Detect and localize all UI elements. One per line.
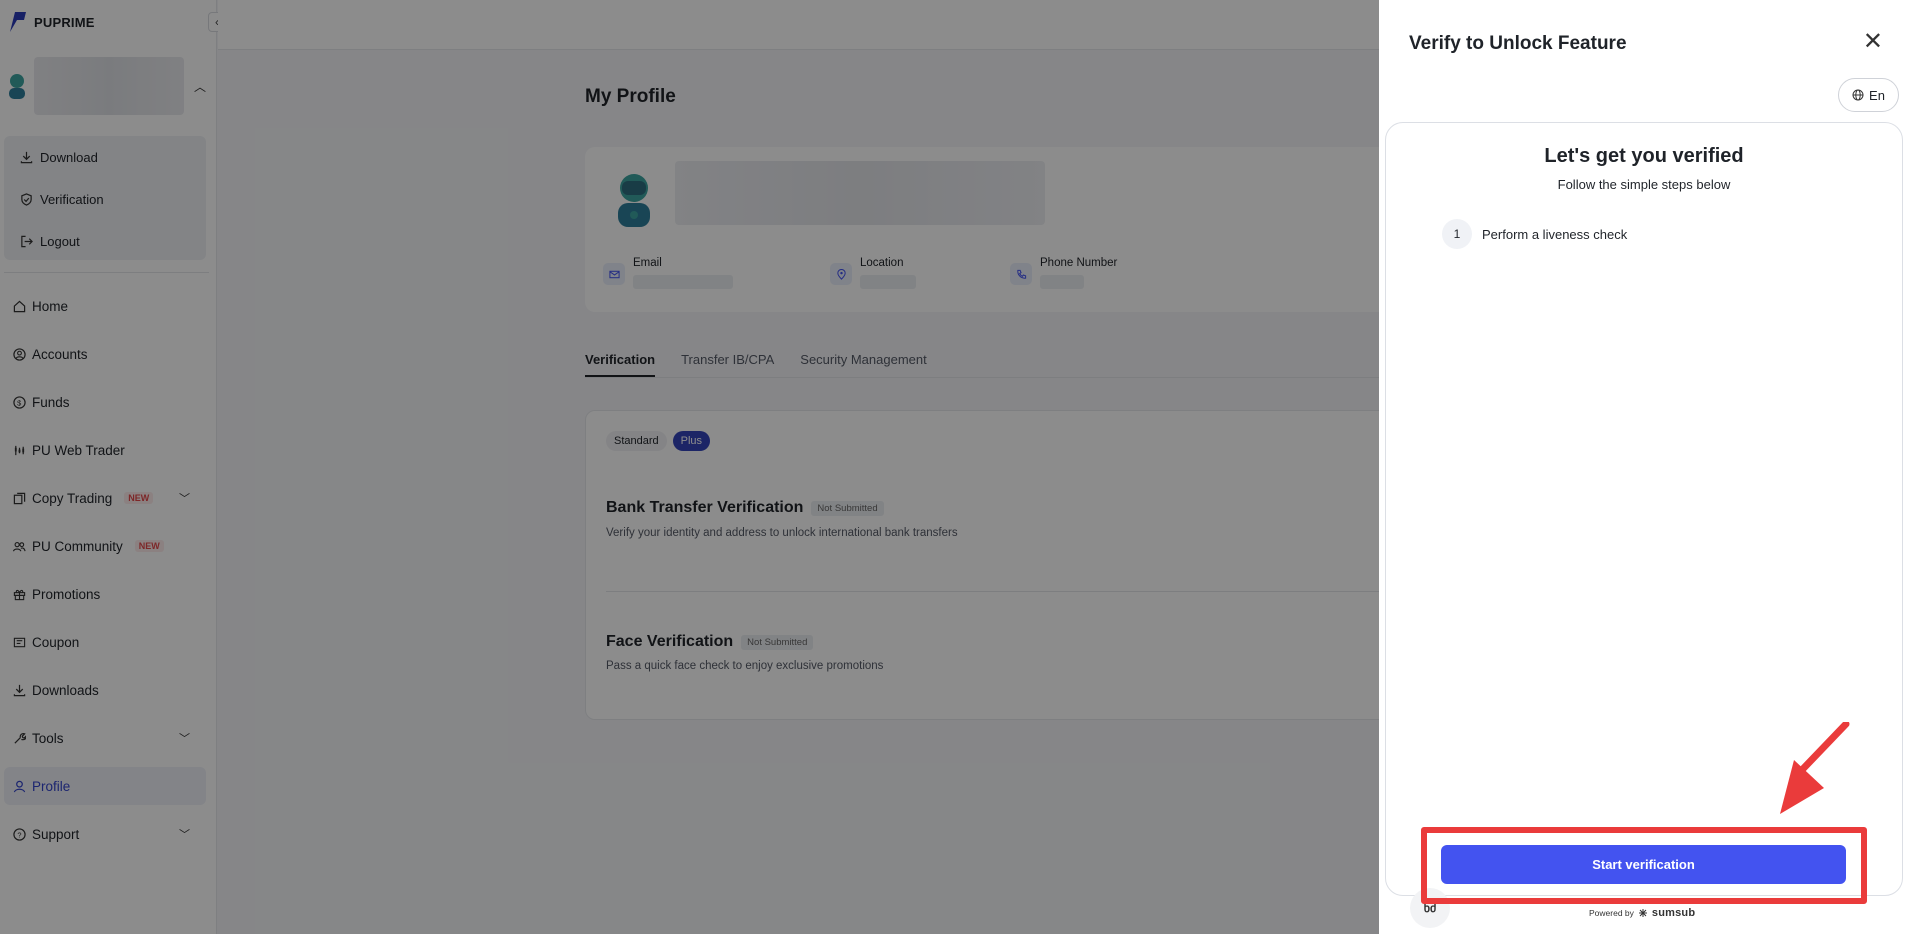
powered-by-label: Powered by	[1589, 908, 1634, 918]
step-label: Perform a liveness check	[1482, 226, 1628, 242]
close-icon[interactable]: ✕	[1863, 30, 1883, 54]
annotation-highlight-box	[1421, 827, 1867, 904]
step-item: 1 Perform a liveness check	[1442, 219, 1627, 249]
powered-by-brand: sumsub	[1651, 907, 1696, 919]
powered-by-sumsub: Powered by sumsub	[1589, 907, 1695, 919]
sumsub-logo-icon	[1638, 909, 1647, 917]
drawer-title: Verify to Unlock Feature	[1409, 33, 1627, 54]
frame-heading: Let's get you verified	[1544, 145, 1744, 167]
step-number: 1	[1442, 219, 1472, 249]
frame-subheading: Follow the simple steps below	[1557, 177, 1731, 192]
modal-overlay[interactable]	[0, 0, 1379, 934]
language-button[interactable]: En	[1838, 78, 1899, 112]
globe-icon	[1852, 89, 1864, 101]
language-label: En	[1869, 87, 1885, 103]
annotation-arrow-icon	[1780, 722, 1850, 814]
